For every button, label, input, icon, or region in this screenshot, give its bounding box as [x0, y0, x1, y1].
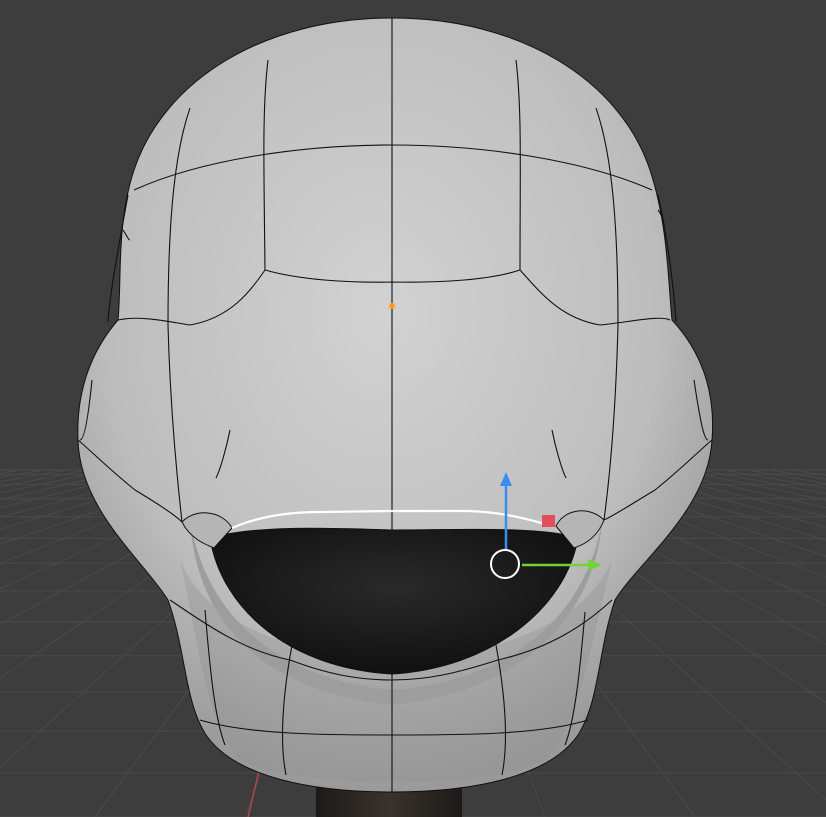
grid-line	[0, 469, 66, 483]
grid-line	[0, 469, 110, 494]
grid-line	[768, 469, 826, 480]
object-origin-icon	[389, 303, 395, 309]
grid-line	[0, 469, 88, 488]
grid-line	[680, 469, 826, 501]
3d-viewport[interactable]	[0, 0, 826, 817]
grid-line	[0, 469, 44, 478]
helmet-head-mesh[interactable]	[77, 17, 714, 793]
grid-line	[724, 469, 826, 489]
plane-handle-icon[interactable]	[542, 515, 555, 527]
grid-line	[746, 469, 826, 484]
